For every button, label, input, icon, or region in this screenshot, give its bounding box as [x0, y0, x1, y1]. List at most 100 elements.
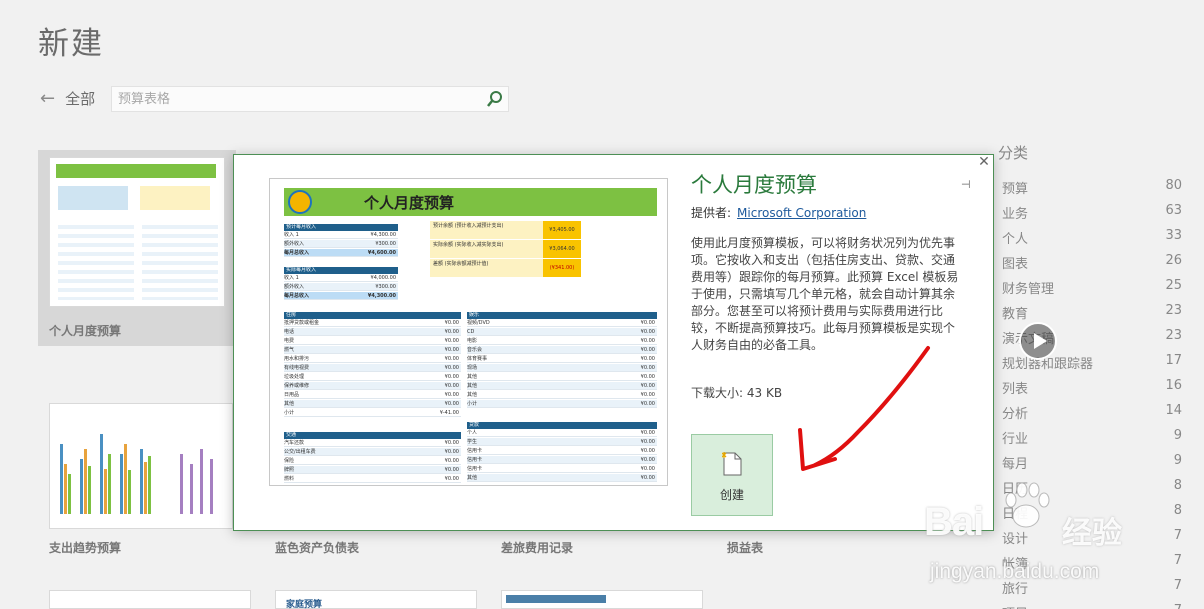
preview-income-actual-header: 实际每月收入: [284, 267, 398, 274]
provider-link[interactable]: Microsoft Corporation: [737, 206, 866, 220]
category-name: 教育: [1002, 307, 1029, 322]
preview-row: 其他 ¥0.00: [467, 373, 657, 381]
family-budget-label: 家庭预算: [286, 600, 323, 609]
category-item[interactable]: 列表 16: [1002, 378, 1182, 403]
cell-value: ¥0.00: [640, 347, 655, 353]
cell-label: 每月总收入: [284, 293, 310, 299]
download-size-value: 43 KB: [746, 386, 783, 400]
back-arrow-icon[interactable]: ←: [40, 88, 55, 109]
cell-label: 现场: [467, 365, 478, 371]
cell-label: 电影: [467, 338, 478, 344]
category-item[interactable]: 业务 63: [1002, 203, 1182, 228]
download-size: 下载大小: 43 KB: [691, 384, 782, 401]
category-item[interactable]: 图表 26: [1002, 253, 1182, 278]
cell-label: 额外收入: [284, 284, 305, 290]
cell-value: ¥4,600.00: [367, 250, 396, 256]
category-item[interactable]: 项目 7: [1002, 603, 1182, 609]
category-count: 26: [1165, 253, 1182, 268]
category-item[interactable]: 分析 14: [1002, 403, 1182, 428]
preview-row: 用水和排污 ¥0.00: [284, 355, 461, 363]
cell-value: ¥0.00: [640, 374, 655, 380]
watermark-url: jingyan.baidu.com: [930, 560, 1100, 583]
cell-value: ¥0.00: [640, 457, 655, 463]
cell-label: 小计: [467, 401, 478, 407]
template-description: 使用此月度预算模板，可以将财务状况列为优先事项。它按收入和支出（包括住房支出、贷…: [691, 236, 959, 352]
preview-banner: 个人月度预算: [284, 188, 657, 216]
category-name: 预算: [1002, 182, 1029, 197]
preview-row: 其他 ¥0.00: [284, 400, 461, 408]
template-label-personal-budget: 个人月度预算: [49, 324, 122, 338]
template-thumb-expense-trend[interactable]: [49, 403, 233, 529]
cell-label: 收入 1: [284, 275, 299, 281]
preview-row: 汽车还款 ¥0.00: [284, 439, 461, 447]
preview-row: 保险 ¥0.00: [284, 457, 461, 465]
play-button[interactable]: [1019, 322, 1057, 360]
template-thumb-personal-budget[interactable]: [49, 157, 225, 307]
preview-row: 有线电视费 ¥0.00: [284, 364, 461, 372]
category-count: 9: [1173, 428, 1182, 443]
cell-label: 抵押贷款或租金: [284, 320, 320, 326]
preview-row: 小计 ¥-41.00: [284, 409, 461, 417]
preview-summary-label: 实际余额 (实际收入减实际支出): [430, 240, 543, 258]
preview-row: 学生 ¥0.00: [467, 438, 657, 446]
preview-row: 信用卡 ¥0.00: [467, 465, 657, 473]
preview-row: 电费 ¥0.00: [284, 337, 461, 345]
category-name: 项目: [1002, 603, 1028, 609]
preview-loans-header: 贷款: [467, 422, 657, 429]
back-label-all[interactable]: 全部: [65, 88, 95, 109]
search-icon[interactable]: [486, 90, 504, 108]
paw-icon: [1005, 482, 1050, 528]
preview-entertainment-header: 娱乐: [467, 312, 657, 319]
create-button[interactable]: 创建: [691, 434, 773, 516]
category-item[interactable]: 个人 33: [1002, 228, 1182, 253]
category-count: 63: [1165, 203, 1182, 218]
page-title: 新建: [38, 26, 104, 62]
preview-row: 个人 ¥0.00: [467, 429, 657, 437]
cell-value: ¥4,300.00: [370, 232, 396, 238]
close-icon[interactable]: ✕: [977, 155, 991, 169]
cell-label: 保险: [284, 458, 295, 464]
category-count: 9: [1173, 453, 1182, 468]
cell-value: ¥0.00: [640, 466, 655, 472]
category-item[interactable]: 行业 9: [1002, 428, 1182, 453]
preview-row: 每月总收入 ¥4,300.00: [284, 292, 398, 300]
preview-summary-value: ¥3,064.00: [543, 240, 581, 258]
preview-summary-value: (¥341.00): [543, 259, 581, 277]
template-thumb-row3-1[interactable]: [49, 590, 251, 609]
category-title: 分类: [998, 144, 1029, 162]
cell-value: ¥0.00: [444, 467, 459, 473]
category-name: 图表: [1002, 257, 1029, 272]
preview-row: 其他 ¥0.00: [467, 391, 657, 399]
category-count: 80: [1165, 178, 1182, 193]
template-preview-image: 个人月度预算 预计每月收入 收入 1 ¥4,300.00 额外收入 ¥300.00 …: [269, 178, 668, 486]
cell-label: 其他: [284, 401, 295, 407]
preview-row: 电影 ¥0.00: [467, 337, 657, 345]
cell-label: 每月总收入: [284, 250, 310, 256]
preview-housing-header: 住房: [284, 312, 461, 319]
cell-label: 学生: [467, 439, 478, 445]
pin-icon[interactable]: ⊣: [961, 178, 971, 191]
preview-row: 垃圾处理 ¥0.00: [284, 373, 461, 381]
cell-value: ¥0.00: [640, 401, 655, 407]
preview-title: 个人月度预算: [364, 194, 455, 212]
cell-label: 电话: [284, 329, 295, 335]
cell-value: ¥0.00: [640, 338, 655, 344]
cell-value: ¥0.00: [444, 329, 459, 335]
template-thumb-family-budget[interactable]: 家庭预算: [275, 590, 477, 609]
cell-value: ¥0.00: [640, 383, 655, 389]
template-thumb-row3-3[interactable]: [501, 590, 703, 609]
category-count: 33: [1165, 228, 1182, 243]
cell-label: 信用卡: [467, 448, 483, 454]
category-count: 23: [1165, 303, 1182, 318]
preview-row: 保养或维修 ¥0.00: [284, 382, 461, 390]
preview-row: 电话 ¥0.00: [284, 328, 461, 336]
category-name: 财务管理: [1002, 282, 1055, 297]
cell-label: 公交/出租车费: [284, 449, 316, 455]
search-input[interactable]: [112, 87, 472, 111]
preview-row: 信用卡 ¥0.00: [467, 456, 657, 464]
category-item[interactable]: 每月 9: [1002, 453, 1182, 478]
category-item[interactable]: 财务管理 25: [1002, 278, 1182, 303]
cell-label: 其他: [467, 475, 478, 481]
provider-label: 提供者:: [691, 206, 732, 220]
category-item[interactable]: 预算 80: [1002, 178, 1182, 203]
